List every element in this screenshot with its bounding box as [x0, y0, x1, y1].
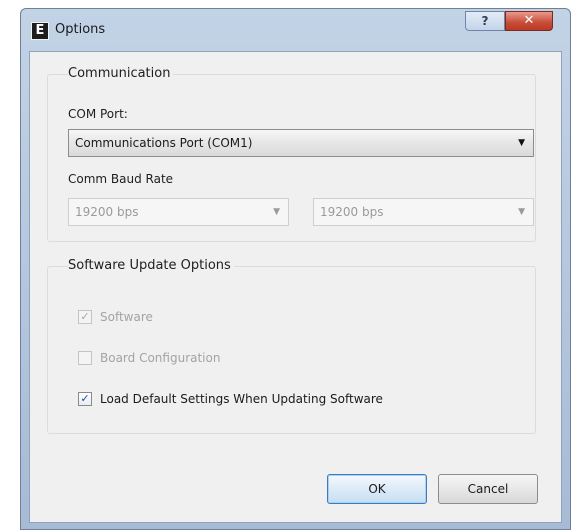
chevron-down-icon: ▼ [273, 207, 280, 217]
software-checkbox-label: Software [100, 310, 153, 324]
check-icon: ✓ [80, 310, 90, 323]
baud-rate-dropdown-2[interactable]: 19200 bps ▼ [313, 198, 534, 226]
baud-rate-value-1: 19200 bps [75, 205, 139, 219]
options-dialog: E Options ? ✕ Communication COM Port: Co… [20, 8, 571, 530]
load-defaults-checkbox-label: Load Default Settings When Updating Soft… [100, 392, 383, 406]
com-port-dropdown[interactable]: Communications Port (COM1) ▼ [68, 129, 534, 157]
chevron-down-icon: ▼ [518, 138, 525, 148]
software-update-group-title: Software Update Options [68, 258, 234, 273]
communication-group-title: Communication [68, 66, 174, 81]
close-button[interactable]: ✕ [505, 11, 553, 31]
com-port-label: COM Port: [68, 107, 128, 121]
com-port-value: Communications Port (COM1) [75, 136, 253, 150]
ok-button[interactable]: OK [327, 474, 427, 504]
title-bar[interactable]: E Options ? ✕ [21, 9, 570, 51]
dialog-body: Communication COM Port: Communications P… [29, 51, 562, 523]
help-button[interactable]: ? [465, 11, 505, 31]
baud-rate-dropdown-1[interactable]: 19200 bps ▼ [68, 198, 289, 226]
check-icon: ✓ [80, 392, 90, 405]
software-checkbox[interactable]: ✓ [78, 310, 92, 324]
close-icon: ✕ [523, 13, 535, 28]
app-logo-icon: E [31, 22, 49, 40]
cancel-button[interactable]: Cancel [438, 474, 538, 504]
board-configuration-checkbox-label: Board Configuration [100, 351, 221, 365]
window-title: Options [55, 22, 106, 37]
baud-rate-label: Comm Baud Rate [68, 172, 174, 186]
board-configuration-checkbox[interactable] [78, 351, 92, 365]
chevron-down-icon: ▼ [518, 207, 525, 217]
baud-rate-value-2: 19200 bps [320, 205, 384, 219]
load-defaults-checkbox[interactable]: ✓ [78, 392, 92, 406]
